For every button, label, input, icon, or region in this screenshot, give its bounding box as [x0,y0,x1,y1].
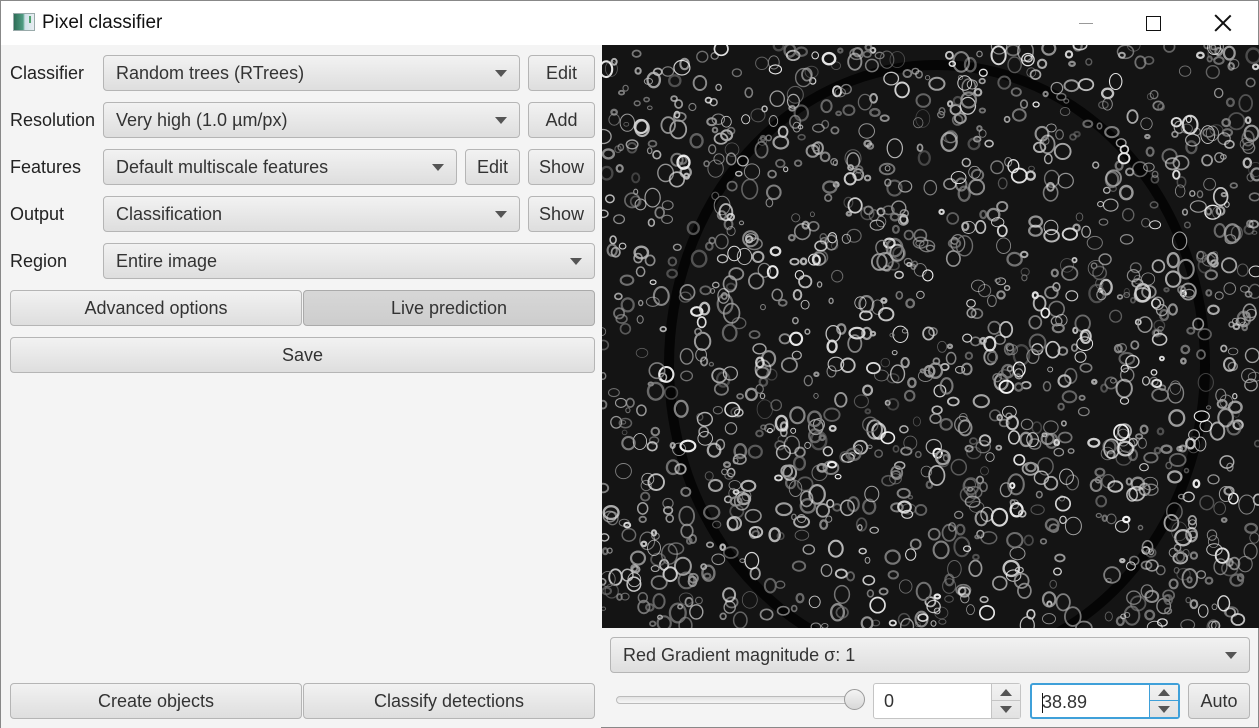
region-value: Entire image [116,250,218,271]
region-label: Region [10,251,68,271]
close-icon [1214,14,1232,32]
classifier-edit-button[interactable]: Edit [528,55,595,91]
settings-panel: Classifier Random trees (RTrees) Edit Re… [1,45,601,728]
arrow-up-icon [1158,689,1170,696]
arrow-up-icon [1000,688,1012,696]
chevron-down-icon [570,258,582,265]
save-button[interactable]: Save [10,337,595,373]
feature-channel-value: Red Gradient magnitude σ: 1 [623,644,856,665]
gradient-magnitude-image [602,45,1259,628]
auto-range-button[interactable]: Auto [1188,683,1250,719]
min-display-value: 0 [884,691,895,711]
chevron-down-icon [495,70,507,77]
display-range-slider-thumb[interactable] [844,689,865,710]
min-increment-button[interactable] [992,684,1020,701]
app-icon [13,13,35,31]
window-title: Pixel classifier [42,12,163,33]
create-objects-button[interactable]: Create objects [10,683,302,719]
resolution-add-button[interactable]: Add [528,102,595,138]
max-display-value: 38.89 [1042,692,1088,712]
max-increment-button[interactable] [1150,685,1178,701]
classifier-value: Random trees (RTrees) [116,62,305,83]
close-button[interactable] [1188,1,1258,45]
classify-detections-button[interactable]: Classify detections [303,683,595,719]
minimize-icon [1079,22,1093,24]
chevron-down-icon [495,117,507,124]
resolution-label: Resolution [10,110,96,130]
display-range-slider-track[interactable] [616,696,863,704]
output-show-button[interactable]: Show [528,196,595,232]
max-decrement-button[interactable] [1150,701,1178,717]
output-label: Output [10,204,65,224]
features-edit-button[interactable]: Edit [465,149,520,185]
resolution-select[interactable]: Very high (1.0 µm/px) [103,102,520,138]
feature-channel-select[interactable]: Red Gradient magnitude σ: 1 [610,637,1250,673]
classifier-select[interactable]: Random trees (RTrees) [103,55,520,91]
minimize-button[interactable] [1051,1,1121,45]
output-value: Classification [116,203,223,224]
feature-image-viewer[interactable] [602,45,1259,628]
chevron-down-icon [432,164,444,171]
maximize-button[interactable] [1118,1,1188,45]
classifier-label: Classifier [10,63,85,83]
chevron-down-icon [495,211,507,218]
arrow-down-icon [1158,705,1170,713]
min-display-spinner[interactable]: 0 [873,683,1021,719]
max-display-spinner[interactable]: 38.89 [1030,683,1180,719]
advanced-options-button[interactable]: Advanced options [10,290,302,326]
min-spinner-steps [991,684,1020,718]
features-value: Default multiscale features [116,156,329,177]
chevron-down-icon [1225,652,1237,659]
live-prediction-toggle[interactable]: Live prediction [303,290,595,326]
min-decrement-button[interactable] [992,701,1020,718]
resolution-value: Very high (1.0 µm/px) [116,109,288,130]
maximize-icon [1145,15,1161,31]
title-bar: Pixel classifier [1,1,1258,45]
features-select[interactable]: Default multiscale features [103,149,457,185]
output-select[interactable]: Classification [103,196,520,232]
arrow-down-icon [1000,706,1012,713]
pixel-classifier-window: Pixel classifier Classifier Random trees… [0,0,1259,728]
max-spinner-steps [1149,685,1178,717]
features-show-button[interactable]: Show [528,149,595,185]
features-label: Features [10,157,82,177]
region-select[interactable]: Entire image [103,243,595,279]
